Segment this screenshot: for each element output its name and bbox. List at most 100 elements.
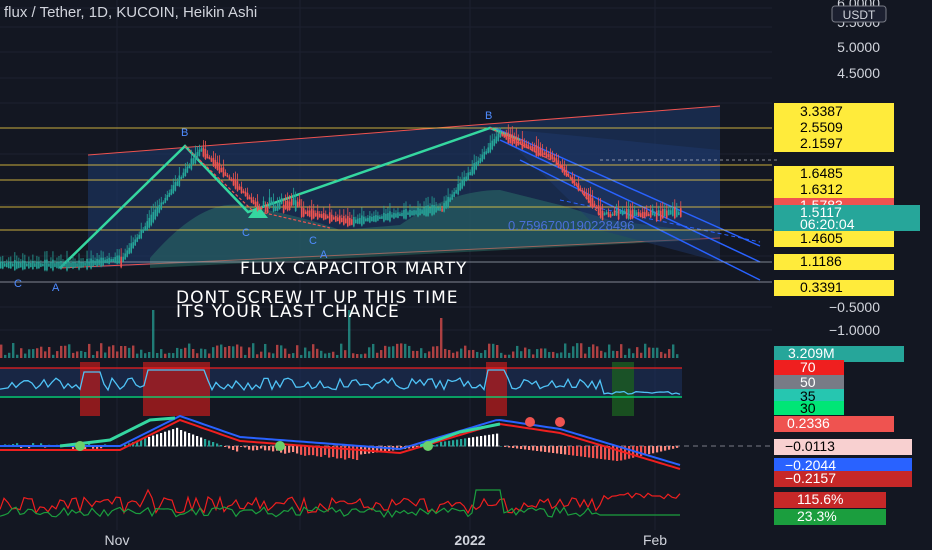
- price-tag-2-5509-text: 2.5509: [800, 119, 843, 135]
- macd-hist-75: [300, 446, 303, 455]
- volume-bar-98: [392, 346, 395, 358]
- macd-hist-131: [524, 446, 527, 450]
- candle-body-282: [565, 169, 568, 177]
- macd-hist-43: [172, 429, 175, 447]
- volume-bar-131: [524, 347, 527, 358]
- candle-body-285: [571, 176, 574, 184]
- candle-body-253: [507, 132, 510, 143]
- macd-hist-51: [204, 439, 207, 447]
- candle-body-301: [603, 213, 606, 216]
- candle-body-32: [64, 263, 66, 267]
- candle-body-182: [365, 218, 367, 222]
- volume-bar-149: [596, 346, 599, 358]
- candle-body-193: [387, 213, 389, 221]
- volume-bar-151: [604, 352, 607, 358]
- candle-body-119: [238, 186, 241, 190]
- candle-body-261: [523, 142, 526, 148]
- candle-body-218: [437, 207, 439, 211]
- macd-hist-165: [660, 446, 663, 452]
- candle-body-86: [172, 185, 175, 194]
- volume-bar-44: [176, 347, 179, 358]
- volume-bar-119: [476, 351, 479, 358]
- candle-body-201: [403, 209, 405, 219]
- volume-bar-134: [536, 349, 539, 358]
- channel-value-label: 0.7596700190228496: [508, 218, 635, 233]
- price-tag-3-3387-text: 3.3387: [800, 103, 843, 119]
- candle-body-44: [88, 261, 90, 266]
- volume-bar-43: [172, 353, 175, 358]
- volume-bar-68: [272, 353, 275, 358]
- candle-body-185: [371, 216, 373, 222]
- macd-hist-62: [248, 446, 251, 450]
- candle-body-100: [200, 148, 203, 152]
- macd-hist-39: [156, 434, 159, 447]
- osc-tag-23-3-text: 23.3%: [797, 508, 837, 524]
- volume-bar-158: [632, 353, 635, 358]
- candle-body-6: [12, 263, 14, 267]
- volume-bar-108: [432, 346, 435, 358]
- candle-body-213: [427, 205, 429, 216]
- candle-body-191: [383, 212, 385, 222]
- candle-body-83: [166, 194, 169, 201]
- volume-bar-11: [44, 351, 47, 358]
- macd-hist-132: [528, 446, 531, 450]
- chart[interactable]: flux / Tether, 1D, KUCOIN, Heikin Ashi F…: [0, 0, 932, 550]
- macd-hist-125: [500, 446, 503, 447]
- candle-body-81: [162, 202, 165, 205]
- volume-bar-150: [600, 350, 603, 358]
- candle-body-76: [152, 212, 155, 223]
- volume-bar-4: [16, 354, 19, 358]
- volume-bar-102: [408, 345, 411, 358]
- price-tag-2-1597-text: 2.1597: [800, 135, 843, 151]
- candle-body-196: [393, 212, 395, 219]
- volume-bar-157: [628, 348, 631, 358]
- candle-body-104: [208, 156, 211, 160]
- candle-body-210: [421, 209, 423, 214]
- candle-body-115: [230, 178, 233, 182]
- candle-body-67: [134, 239, 136, 246]
- volume-bar-154: [616, 351, 619, 358]
- candle-body-18: [36, 261, 38, 269]
- x-tick-nov: Nov: [105, 532, 130, 548]
- candle-body-54: [108, 257, 110, 264]
- candle-body-102: [204, 148, 207, 160]
- volume-bar-70: [280, 345, 283, 358]
- macd-hist-61: [244, 446, 247, 448]
- candle-body-28: [56, 262, 58, 268]
- candle-body-120: [240, 186, 243, 194]
- macd-hist-145: [580, 446, 583, 457]
- candle-body-139: [278, 202, 281, 210]
- volume-bar-130: [520, 351, 523, 358]
- macd-hist-109: [436, 444, 439, 447]
- volume-bar-17: [68, 344, 71, 358]
- volume-bar-77: [308, 351, 311, 358]
- volume-bar-9: [36, 348, 39, 358]
- candle-body-60: [120, 256, 122, 268]
- candle-body-245: [491, 140, 494, 150]
- volume-bar-10: [40, 346, 43, 358]
- candle-body-127: [254, 201, 257, 207]
- macd-hist-36: [144, 438, 147, 447]
- volume-bar-46: [184, 347, 187, 358]
- candle-body-131: [262, 200, 265, 207]
- candle-body-168: [336, 217, 339, 222]
- macd-hist-130: [520, 446, 523, 449]
- candle-body-5: [10, 261, 12, 269]
- candle-body-99: [198, 149, 201, 156]
- candle-body-35: [70, 262, 72, 268]
- candle-body-149: [298, 199, 301, 206]
- candle-body-140: [280, 198, 283, 204]
- macd-hist-151: [604, 446, 607, 460]
- candle-body-219: [439, 206, 441, 211]
- candle-body-251: [503, 134, 506, 138]
- volume-bar-54: [216, 345, 219, 358]
- macd-hist-118: [472, 437, 475, 447]
- volume-bar-80: [320, 350, 323, 358]
- macd-hist-164: [656, 446, 659, 453]
- volume-bar-124: [496, 345, 499, 358]
- candle-body-133: [266, 206, 269, 213]
- volume-bar-8: [32, 349, 35, 358]
- candle-body-223: [447, 196, 449, 208]
- candle-body-333: [667, 209, 670, 216]
- candle-body-322: [645, 210, 648, 217]
